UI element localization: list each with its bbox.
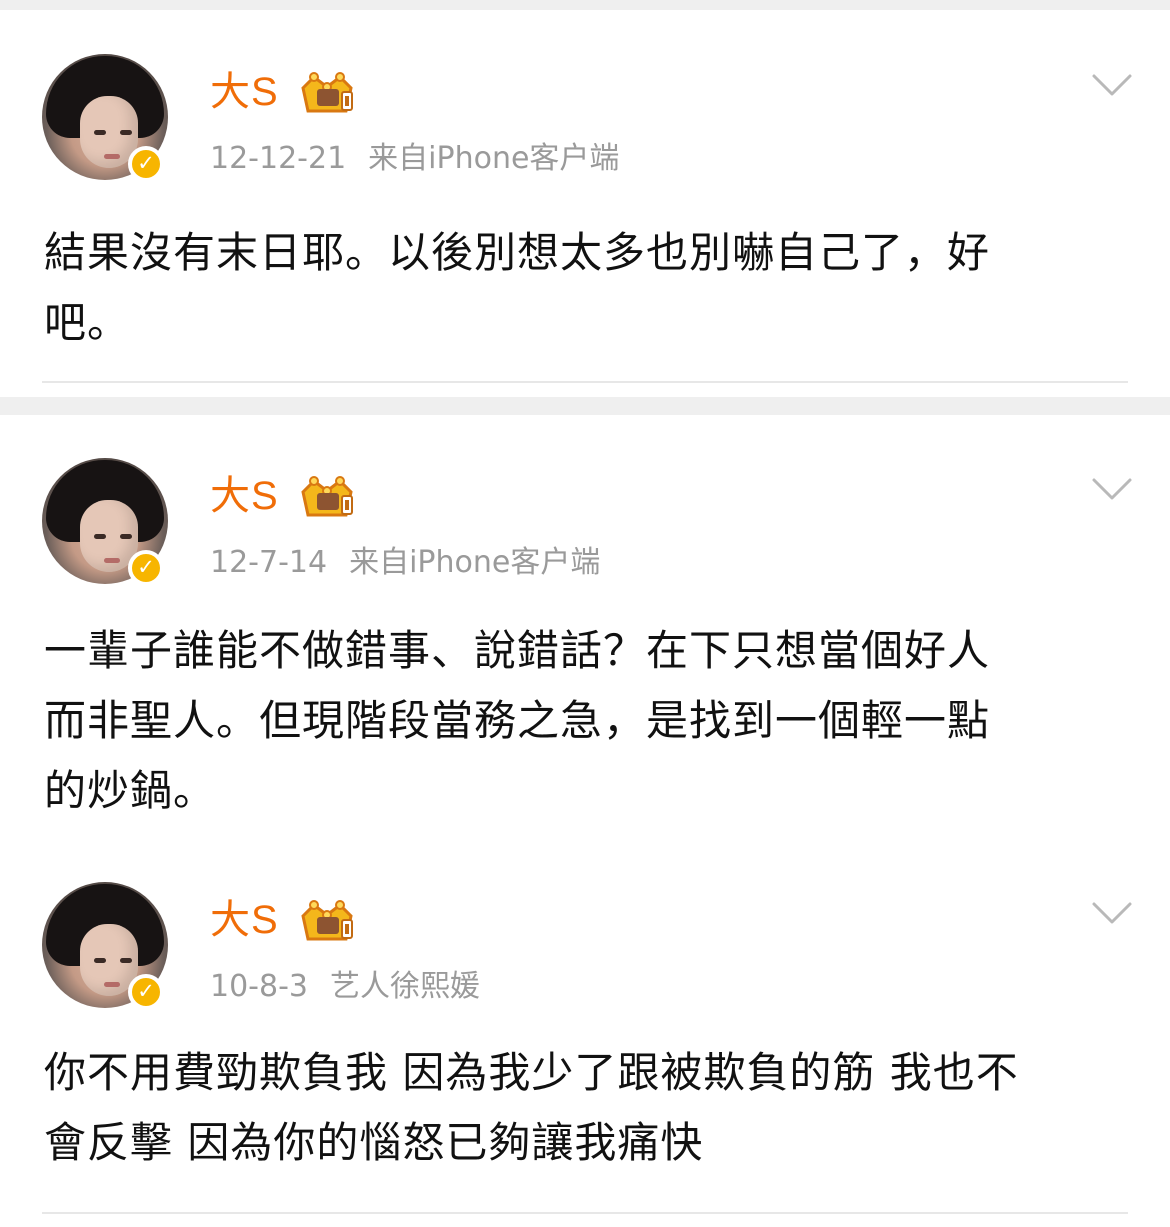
post-text: 結果沒有末日耶。以後別想太多也別嚇自己了，好 吧。 bbox=[44, 218, 1119, 358]
post-text-line: 而非聖人。但現階段當務之急，是找到一個輕一點 bbox=[44, 696, 991, 745]
author-name[interactable]: 大S bbox=[210, 472, 279, 520]
avatar-lips bbox=[104, 982, 120, 987]
avatar-lips bbox=[104, 154, 120, 159]
post-source: 来自iPhone客户端 bbox=[349, 545, 601, 580]
post-date: 12-7-14 bbox=[210, 545, 328, 580]
post-date: 12-12-21 bbox=[210, 141, 347, 176]
feed-separator bbox=[0, 397, 1170, 415]
top-separator bbox=[0, 0, 1170, 10]
weibo-post-1: ✓ 大S 12-12-21 来自iPhone客户端 結果沒有末日耶。以後別想太多也… bbox=[0, 54, 1170, 392]
author-name[interactable]: 大S bbox=[210, 68, 279, 116]
chevron-down-icon[interactable] bbox=[1090, 900, 1134, 928]
verified-badge-icon: ✓ bbox=[128, 550, 164, 586]
avatar-eye-left bbox=[94, 958, 106, 963]
post-meta: 10-8-3 艺人徐熙媛 bbox=[210, 968, 480, 1006]
post-text-line: 一輩子誰能不做錯事、說錯話？在下只想當個好人 bbox=[44, 626, 991, 675]
post-text-line: 吧。 bbox=[44, 298, 131, 347]
verified-badge-icon: ✓ bbox=[128, 974, 164, 1010]
avatar-lips bbox=[104, 558, 120, 563]
post-source: 来自iPhone客户端 bbox=[368, 141, 620, 176]
vip-crown-icon bbox=[301, 900, 353, 941]
avatar-eye-right bbox=[120, 534, 132, 539]
vip-crown-icon bbox=[301, 72, 353, 113]
post-divider bbox=[42, 381, 1128, 383]
avatar-eye-right bbox=[120, 130, 132, 135]
avatar-eye-left bbox=[94, 534, 106, 539]
verified-badge-icon: ✓ bbox=[128, 146, 164, 182]
post-text-line: 會反擊 因為你的惱怒已夠讓我痛快 bbox=[44, 1118, 704, 1167]
chevron-down-icon[interactable] bbox=[1090, 476, 1134, 504]
post-meta: 12-12-21 来自iPhone客户端 bbox=[210, 140, 619, 178]
post-text: 一輩子誰能不做錯事、說錯話？在下只想當個好人 而非聖人。但現階段當務之急，是找到… bbox=[44, 616, 1119, 826]
post-date: 10-8-3 bbox=[210, 969, 308, 1004]
post-text-line: 結果沒有末日耶。以後別想太多也別嚇自己了，好 bbox=[44, 228, 991, 277]
weibo-post-3: ✓ 大S 10-8-3 艺人徐熙媛 你不用費勁欺負我 因為我少了跟被欺負的筋 我也… bbox=[0, 882, 1170, 1227]
vip-crown-icon bbox=[301, 476, 353, 517]
post-source: 艺人徐熙媛 bbox=[330, 969, 480, 1004]
avatar-eye-right bbox=[120, 958, 132, 963]
chevron-down-icon[interactable] bbox=[1090, 72, 1134, 100]
avatar-eye-left bbox=[94, 130, 106, 135]
post-meta: 12-7-14 来自iPhone客户端 bbox=[210, 544, 600, 582]
post-text-line: 你不用費勁欺負我 因為我少了跟被欺負的筋 我也不 bbox=[44, 1048, 1019, 1097]
post-divider bbox=[42, 1212, 1128, 1214]
author-name[interactable]: 大S bbox=[210, 896, 279, 944]
post-text-line: 的炒鍋。 bbox=[44, 766, 217, 815]
post-text: 你不用費勁欺負我 因為我少了跟被欺負的筋 我也不 會反擊 因為你的惱怒已夠讓我痛… bbox=[44, 1038, 1119, 1178]
weibo-post-2: ✓ 大S 12-7-14 来自iPhone客户端 一輩子誰能不做錯事、說錯話？在下… bbox=[0, 458, 1170, 820]
